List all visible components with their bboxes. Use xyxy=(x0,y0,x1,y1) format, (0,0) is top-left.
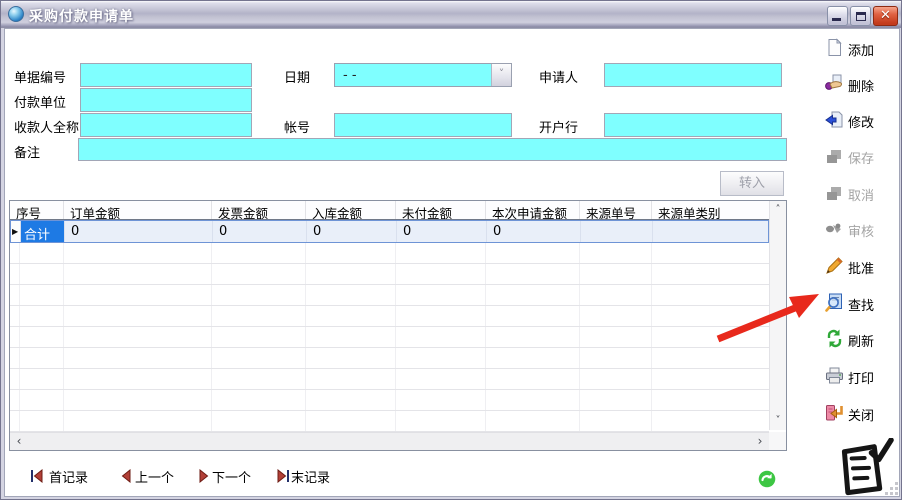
status-ok-icon xyxy=(758,470,776,488)
nav-first-record[interactable]: 首记录 xyxy=(49,467,88,486)
nav-next-record[interactable]: 下一个 xyxy=(212,467,251,486)
total-cell-source-type[interactable] xyxy=(653,221,768,242)
col-header-apply[interactable]: 本次申请金额 xyxy=(486,201,580,219)
total-cell-stockin[interactable]: 0 xyxy=(307,221,397,242)
table-row[interactable] xyxy=(10,327,769,348)
add-page-icon xyxy=(825,38,844,57)
applicant-label: 申请人 xyxy=(539,67,578,86)
print-button[interactable]: 打印 xyxy=(823,366,899,388)
cancel-icon xyxy=(825,183,844,202)
account-input[interactable] xyxy=(334,113,512,137)
date-dropdown[interactable]: - - ˅ xyxy=(334,63,512,87)
table-row[interactable] xyxy=(10,264,769,285)
scroll-up-icon[interactable]: ˄ xyxy=(770,202,786,218)
col-header-order[interactable]: 订单金额 xyxy=(64,201,212,219)
col-header-unpaid[interactable]: 未付金额 xyxy=(396,201,486,219)
next-record-icon[interactable] xyxy=(196,469,211,483)
table-row-total[interactable]: ▶ 合计 0 0 0 0 0 xyxy=(10,220,769,243)
scroll-down-icon[interactable]: ˅ xyxy=(770,413,786,429)
last-record-icon[interactable] xyxy=(275,469,290,483)
total-cell-order[interactable]: 0 xyxy=(65,221,213,242)
col-header-stockin[interactable]: 入库金额 xyxy=(306,201,396,219)
app-window: 采购付款申请单 ✕ 单据编号 日期 - - ˅ 申请人 付款单位 收款人全称 帐… xyxy=(0,0,902,500)
nav-previous-record[interactable]: 上一个 xyxy=(135,467,174,486)
resize-grip[interactable] xyxy=(884,481,898,495)
total-cell-source-no[interactable] xyxy=(581,221,653,242)
maximize-icon xyxy=(856,12,866,21)
row-indicator-icon: ▶ xyxy=(11,221,21,242)
col-header-seq[interactable]: 序号 xyxy=(10,201,64,219)
print-icon xyxy=(825,366,844,385)
delete-button[interactable]: 删除 xyxy=(823,74,899,96)
table-row[interactable] xyxy=(10,243,769,264)
minimize-icon xyxy=(832,18,841,21)
payee-input[interactable] xyxy=(80,113,252,137)
remark-label: 备注 xyxy=(14,142,40,161)
payee-label: 收款人全称 xyxy=(14,117,79,136)
first-record-icon[interactable] xyxy=(30,469,45,483)
previous-record-icon[interactable] xyxy=(119,469,134,483)
bank-label: 开户行 xyxy=(539,117,578,136)
doc-no-input[interactable] xyxy=(80,63,252,87)
close-door-icon xyxy=(825,403,844,422)
scrollbar-corner xyxy=(769,432,786,450)
modify-page-icon xyxy=(825,110,844,129)
applicant-input[interactable] xyxy=(604,63,782,87)
window-title: 采购付款申请单 xyxy=(29,6,134,26)
maximize-button[interactable] xyxy=(850,6,871,26)
table-row[interactable] xyxy=(10,306,769,327)
vertical-scrollbar[interactable]: ˄ ˅ xyxy=(769,201,786,430)
find-magnifier-icon xyxy=(825,293,844,312)
table-row[interactable] xyxy=(10,390,769,411)
table-row[interactable] xyxy=(10,285,769,306)
approve-button[interactable]: 批准 xyxy=(823,256,899,278)
date-value: - - xyxy=(343,68,357,83)
account-label: 帐号 xyxy=(284,117,310,136)
save-button: 保存 xyxy=(823,146,899,168)
payer-input[interactable] xyxy=(80,88,252,112)
detail-grid: 序号 订单金额 发票金额 入库金额 未付金额 本次申请金额 来源单号 来源单类别… xyxy=(9,200,787,451)
transfer-in-button[interactable]: 转入 xyxy=(720,171,784,196)
table-row[interactable] xyxy=(10,411,769,432)
find-button[interactable]: 查找 xyxy=(823,293,899,315)
scroll-right-icon[interactable]: › xyxy=(752,433,768,450)
audit-icon xyxy=(825,219,844,238)
col-header-source-no[interactable]: 来源单号 xyxy=(580,201,652,219)
total-cell-invoice[interactable]: 0 xyxy=(213,221,307,242)
col-header-invoice[interactable]: 发票金额 xyxy=(212,201,306,219)
title-bar: 采购付款申请单 ✕ xyxy=(1,1,901,28)
refresh-button[interactable]: 刷新 xyxy=(823,329,899,351)
horizontal-scrollbar[interactable]: ‹ › xyxy=(10,432,769,450)
delete-hand-icon xyxy=(825,74,844,93)
minimize-button[interactable] xyxy=(827,6,848,26)
modify-button[interactable]: 修改 xyxy=(823,110,899,132)
payer-label: 付款单位 xyxy=(14,92,66,111)
grid-empty-rows xyxy=(10,243,769,432)
app-globe-icon xyxy=(8,6,24,22)
doc-no-label: 单据编号 xyxy=(14,67,66,86)
total-cell-apply[interactable]: 0 xyxy=(487,221,581,242)
col-header-source-type[interactable]: 来源单类别 xyxy=(652,201,769,219)
bank-input[interactable] xyxy=(604,113,782,137)
grid-header-row: 序号 订单金额 发票金额 入库金额 未付金额 本次申请金额 来源单号 来源单类别 xyxy=(10,201,769,220)
total-cell-seq[interactable]: 合计 xyxy=(21,221,65,242)
audit-button: 审核 xyxy=(823,219,899,241)
total-cell-unpaid[interactable]: 0 xyxy=(397,221,487,242)
approve-pencil-icon xyxy=(825,256,844,275)
date-label: 日期 xyxy=(284,67,310,86)
table-row[interactable] xyxy=(10,369,769,390)
cancel-button: 取消 xyxy=(823,183,899,205)
table-row[interactable] xyxy=(10,348,769,369)
scroll-left-icon[interactable]: ‹ xyxy=(11,433,27,450)
save-icon xyxy=(825,146,844,165)
remark-input[interactable] xyxy=(78,138,787,161)
close-button[interactable]: ✕ xyxy=(873,6,898,26)
close-form-button[interactable]: 关闭 xyxy=(823,403,899,425)
chevron-down-icon[interactable]: ˅ xyxy=(491,64,511,86)
nav-last-record[interactable]: 末记录 xyxy=(291,467,330,486)
refresh-icon xyxy=(825,329,844,348)
add-button[interactable]: 添加 xyxy=(823,38,899,60)
